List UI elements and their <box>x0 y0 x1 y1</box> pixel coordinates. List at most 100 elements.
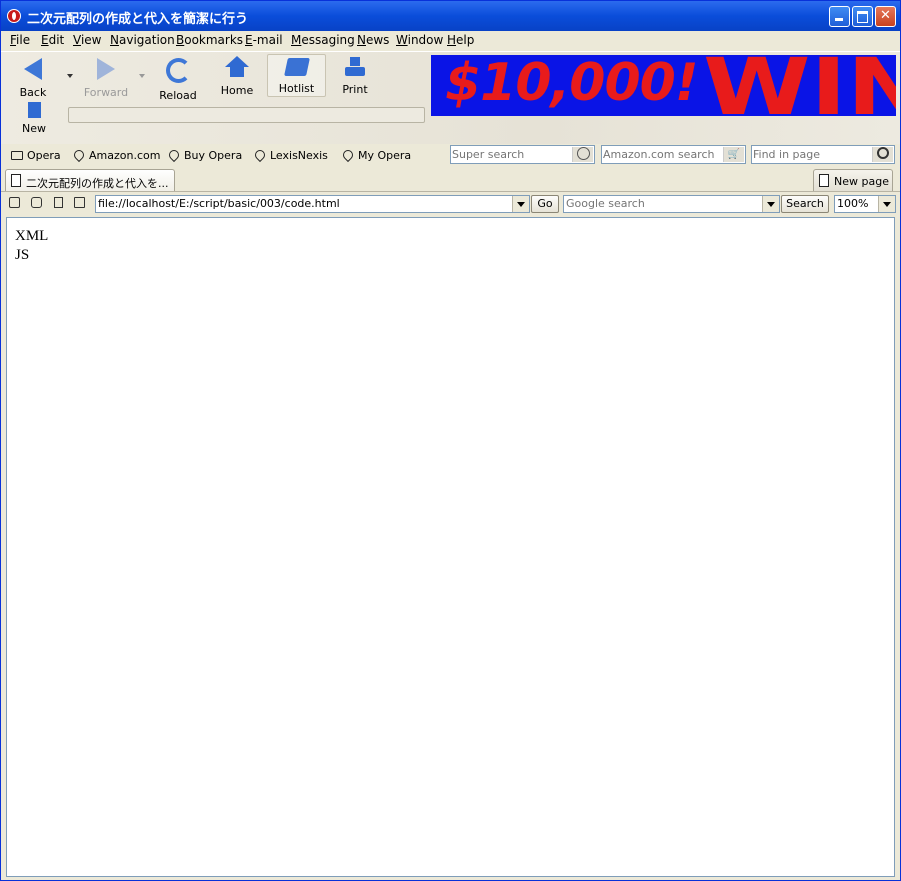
maximize-button[interactable] <box>852 6 873 27</box>
personal-bar-buy-opera-label: Buy Opera <box>184 149 243 162</box>
reload-icon <box>165 58 191 83</box>
back-button[interactable]: Back <box>11 58 55 99</box>
personal-bar-amazon[interactable]: Amazon.com <box>71 147 161 163</box>
personal-bar-lexisnexis-label: LexisNexis <box>270 149 328 162</box>
page-icon <box>11 174 21 187</box>
super-search-field[interactable] <box>450 145 595 164</box>
progress-bar <box>68 107 425 123</box>
print-button[interactable]: Print <box>333 57 377 96</box>
minimize-button[interactable] <box>829 6 850 27</box>
back-arrow-icon <box>24 58 42 80</box>
address-field[interactable] <box>95 195 530 213</box>
bookmark-heart-icon <box>71 147 87 163</box>
folder-icon <box>11 151 23 160</box>
opera-logo-icon <box>7 9 21 23</box>
menu-file[interactable]: File <box>10 33 30 47</box>
tab-bar: 二次元配列の作成と代入を... New page <box>1 167 900 192</box>
back-history-dropdown-icon[interactable] <box>67 74 73 78</box>
menu-email[interactable]: E-mail <box>245 33 283 47</box>
google-search-field[interactable] <box>563 195 780 213</box>
new-page-tab-button[interactable]: New page <box>813 169 893 191</box>
search-engine-dropdown[interactable] <box>762 196 779 212</box>
hotlist-icon <box>283 58 310 76</box>
menu-messaging[interactable]: Messaging <box>291 33 355 47</box>
address-bar: Go Search 100% <box>1 192 900 215</box>
amazon-search-input[interactable] <box>603 147 721 162</box>
google-search-input[interactable] <box>566 197 756 210</box>
find-in-page-field[interactable] <box>751 145 895 164</box>
banner-win: WIN <box>703 55 896 116</box>
personal-bar-buy-opera[interactable]: Buy Opera <box>166 147 243 163</box>
camera-icon[interactable] <box>31 197 42 208</box>
super-search-button[interactable] <box>572 147 593 162</box>
personal-bar-opera[interactable]: Opera <box>11 149 61 162</box>
super-search-input[interactable] <box>452 147 570 162</box>
page-info-icon[interactable] <box>54 197 63 208</box>
home-label: Home <box>220 84 254 97</box>
zoom-value: 100% <box>837 197 869 210</box>
find-in-page-button[interactable] <box>872 147 893 162</box>
forward-button[interactable]: Forward <box>81 58 131 99</box>
close-icon: ✕ <box>880 8 891 23</box>
reload-label: Reload <box>159 89 197 102</box>
page-content: XML JS <box>6 217 895 877</box>
shopping-cart-icon: 🛒 <box>727 149 741 160</box>
go-button[interactable]: Go <box>531 195 559 213</box>
globe-icon <box>576 147 590 160</box>
maximize-icon <box>857 11 868 23</box>
title-bar[interactable]: 二次元配列の作成と代入を簡潔に行う ✕ <box>1 1 900 31</box>
search-button[interactable]: Search <box>781 195 829 213</box>
url-input[interactable] <box>98 197 508 210</box>
content-line-js: JS <box>15 247 30 263</box>
reload-button[interactable]: Reload <box>156 56 200 102</box>
printer-icon <box>345 57 365 77</box>
personal-bar-my-opera-label: My Opera <box>358 149 412 162</box>
home-button[interactable]: Home <box>215 56 259 97</box>
window-title: 二次元配列の作成と代入を簡潔に行う <box>27 12 249 27</box>
tab-current-page[interactable]: 二次元配列の作成と代入を... <box>5 169 175 191</box>
personal-bar-my-opera[interactable]: My Opera <box>340 147 412 163</box>
amazon-search-button[interactable]: 🛒 <box>723 147 744 162</box>
menu-window[interactable]: Window <box>396 33 443 47</box>
zoom-dropdown[interactable] <box>878 196 895 212</box>
menu-news[interactable]: News <box>357 33 389 47</box>
forward-arrow-icon <box>97 58 115 80</box>
hotlist-label: Hotlist <box>278 82 315 95</box>
url-history-dropdown[interactable] <box>512 196 529 212</box>
minimize-icon <box>835 18 843 21</box>
home-icon <box>225 56 249 78</box>
new-label: New <box>22 122 46 135</box>
close-button[interactable]: ✕ <box>875 6 896 27</box>
menu-edit[interactable]: Edit <box>41 33 64 47</box>
print-preview-icon[interactable] <box>74 197 85 208</box>
menu-view[interactable]: View <box>73 33 101 47</box>
menu-bookmarks[interactable]: Bookmarks <box>176 33 243 47</box>
back-label: Back <box>19 86 47 99</box>
zoom-select[interactable]: 100% <box>834 195 896 213</box>
personal-bar-lexisnexis[interactable]: LexisNexis <box>252 147 328 163</box>
security-lock-icon[interactable] <box>9 197 20 208</box>
bookmark-heart-icon <box>166 147 182 163</box>
banner-amount: $10,000! <box>445 55 699 113</box>
amazon-search-field[interactable]: 🛒 <box>601 145 746 164</box>
forward-history-dropdown-icon[interactable] <box>139 74 145 78</box>
content-line-xml: XML <box>15 228 49 244</box>
menu-bar: File Edit View Navigation Bookmarks E-ma… <box>1 31 900 50</box>
hotlist-button[interactable]: Hotlist <box>267 54 326 97</box>
bookmark-heart-icon <box>340 147 356 163</box>
forward-label: Forward <box>83 86 129 99</box>
tab-current-page-label: 二次元配列の作成と代入を... <box>26 177 169 190</box>
magnifier-icon <box>877 147 889 159</box>
new-page-icon <box>27 102 41 118</box>
new-page-button[interactable]: New <box>15 102 53 135</box>
personal-bar-opera-label: Opera <box>27 149 61 162</box>
menu-help[interactable]: Help <box>447 33 474 47</box>
find-in-page-input[interactable] <box>753 147 871 162</box>
personal-bar-amazon-label: Amazon.com <box>89 149 161 162</box>
page-icon <box>819 174 829 187</box>
advertisement-banner[interactable]: $10,000! WIN <box>431 55 896 116</box>
browser-window: 二次元配列の作成と代入を簡潔に行う ✕ File Edit View Navig… <box>0 0 901 881</box>
print-label: Print <box>342 83 368 96</box>
menu-navigation[interactable]: Navigation <box>110 33 175 47</box>
bookmark-heart-icon <box>252 147 268 163</box>
